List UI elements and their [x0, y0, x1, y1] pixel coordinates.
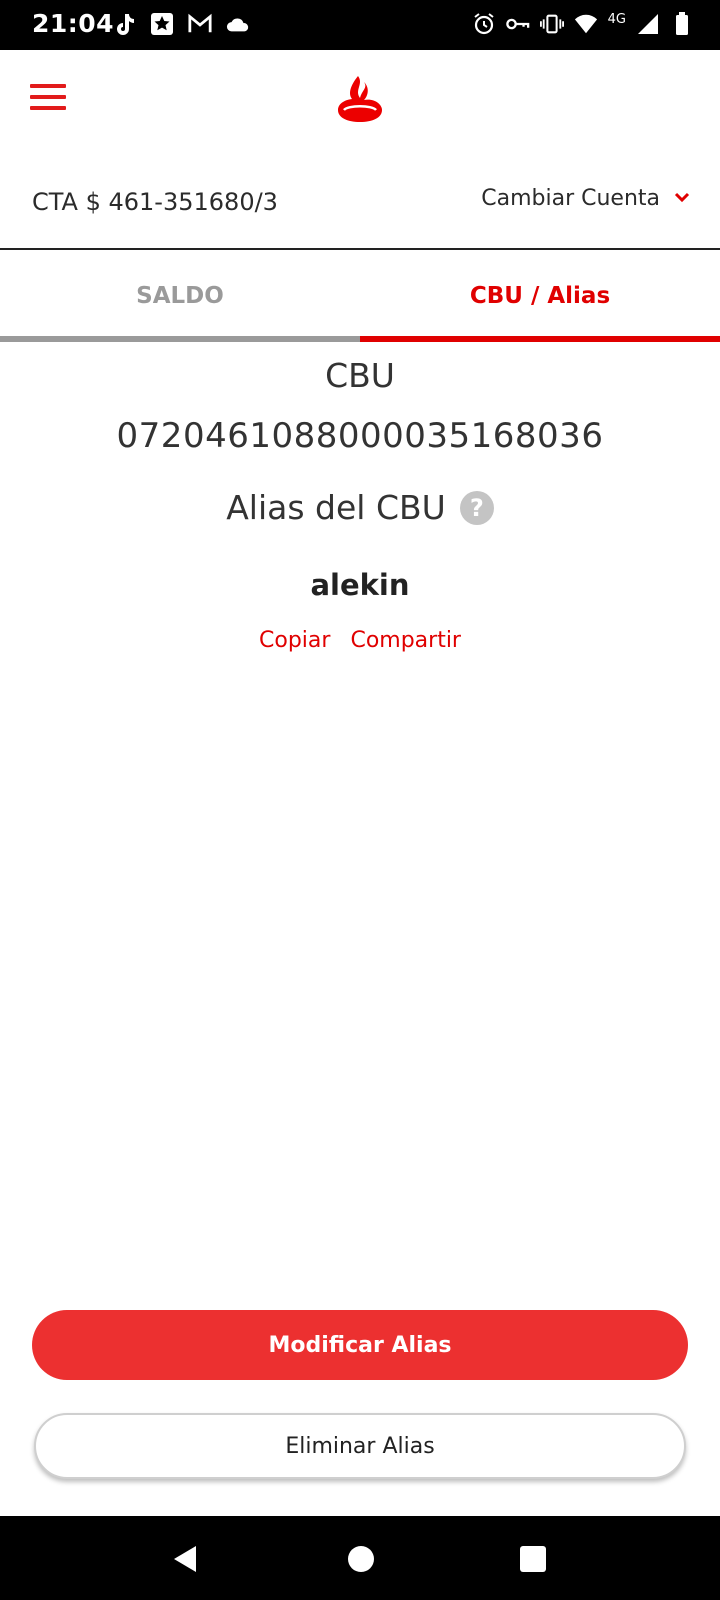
wifi-icon: [574, 12, 598, 36]
vibrate-icon: [539, 12, 564, 36]
recent-apps-icon[interactable]: [520, 1546, 546, 1572]
alias-title-row: Alias del CBU ?: [0, 488, 720, 527]
cloud-icon: [226, 12, 250, 36]
gmail-icon: [188, 12, 212, 36]
tab-bar: SALDO CBU / Alias: [0, 250, 720, 342]
alarm-icon: [472, 12, 496, 36]
delete-alias-button[interactable]: Eliminar Alias: [34, 1413, 686, 1479]
star-app-icon: [150, 12, 174, 36]
tiktok-icon: [112, 12, 136, 36]
change-account-button[interactable]: Cambiar Cuenta: [481, 186, 690, 211]
network-type: 4G: [607, 11, 626, 27]
vpn-key-icon: [505, 12, 530, 36]
tab-saldo-label: SALDO: [136, 283, 224, 309]
alias-value: alekin: [310, 568, 410, 602]
app-header: [0, 50, 720, 150]
home-icon[interactable]: [348, 1546, 374, 1572]
copy-link[interactable]: Copiar: [259, 628, 330, 653]
santander-flame-logo: [334, 72, 386, 124]
status-left-icons: [112, 12, 250, 36]
signal-icon: [636, 12, 660, 36]
status-time: 21:04: [32, 9, 115, 38]
tab-cbu-alias[interactable]: CBU / Alias: [360, 250, 720, 342]
hamburger-icon[interactable]: [30, 84, 66, 112]
tab-saldo-indicator: [0, 336, 360, 342]
tab-cbu-alias-indicator: [360, 336, 720, 342]
back-icon[interactable]: [172, 1544, 198, 1578]
modify-alias-button[interactable]: Modificar Alias: [32, 1310, 688, 1380]
tab-saldo[interactable]: SALDO: [0, 250, 360, 342]
share-link[interactable]: Compartir: [350, 628, 461, 653]
alias-title: Alias del CBU: [226, 488, 446, 527]
cbu-number: 0720461088000035168036: [116, 416, 604, 456]
system-nav-bar: [0, 1516, 720, 1600]
battery-icon: [670, 12, 694, 36]
status-right-icons: 4G: [472, 12, 694, 36]
alias-actions: Copiar Compartir: [0, 628, 720, 653]
cbu-title: CBU: [325, 356, 395, 395]
status-bar: 21:04 4G: [0, 0, 720, 50]
account-selector-row: CTA $ 461-351680/3 Cambiar Cuenta: [0, 150, 720, 250]
help-icon[interactable]: ?: [459, 490, 494, 525]
change-account-label: Cambiar Cuenta: [481, 186, 660, 211]
chevron-down-icon: [674, 189, 690, 208]
tab-cbu-alias-label: CBU / Alias: [469, 283, 611, 309]
account-label: CTA $ 461-351680/3: [32, 188, 278, 216]
